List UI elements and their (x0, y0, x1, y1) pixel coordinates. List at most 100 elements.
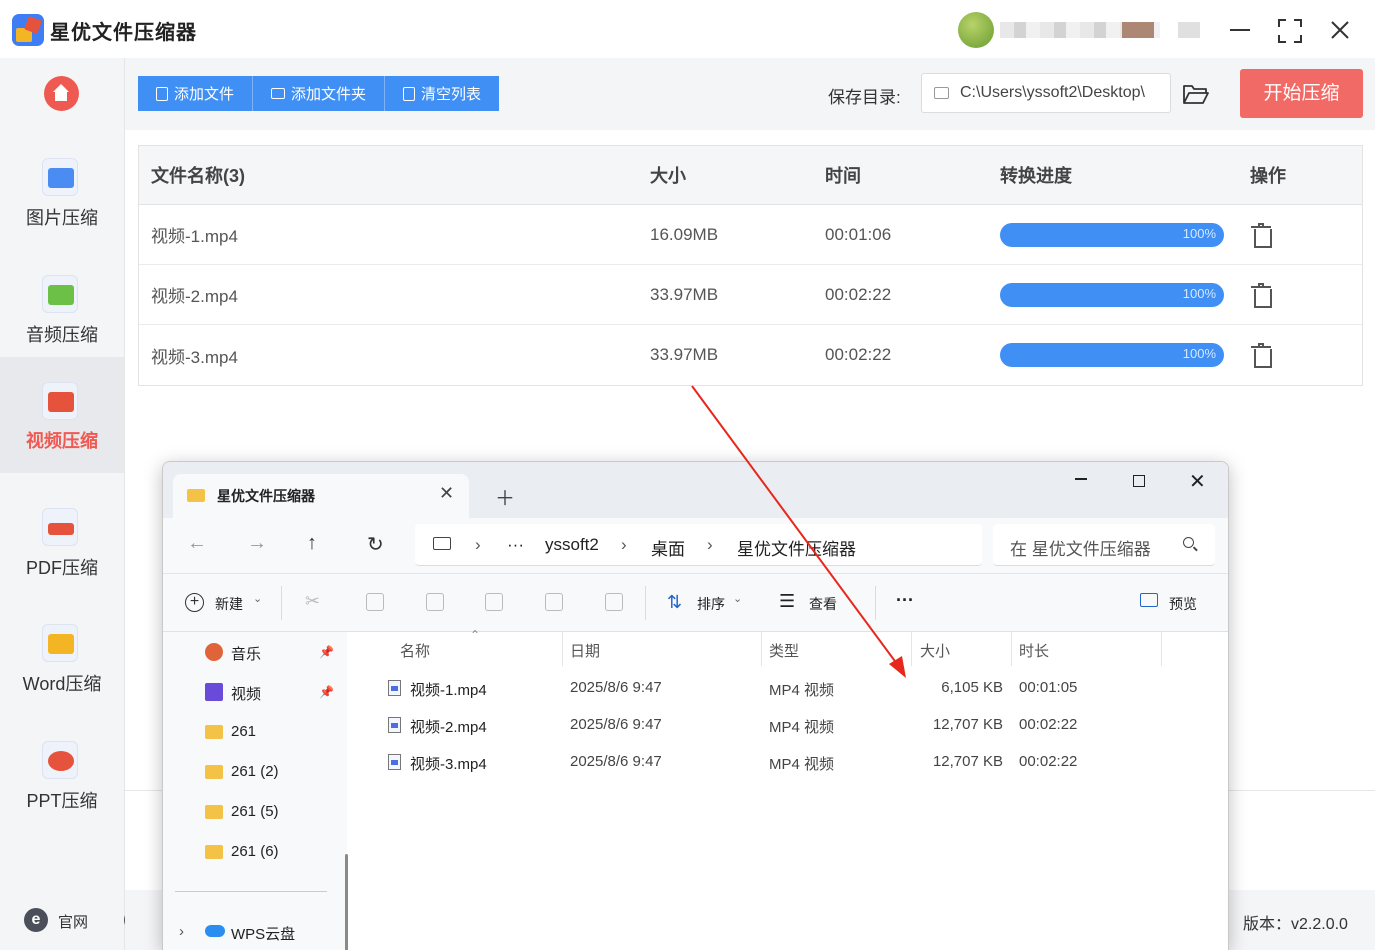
progress-label: 100% (1182, 225, 1216, 241)
sort-button[interactable]: 排序 (697, 594, 725, 614)
username-blurred[interactable] (1000, 22, 1160, 38)
chevron-right-icon[interactable]: › (179, 923, 184, 940)
file-date: 2025/8/6 9:47 (570, 753, 662, 770)
save-dir-input[interactable]: C:\Users\yssoft2\Desktop\ (921, 73, 1171, 113)
breadcrumb-folder[interactable]: 星优文件压缩器 (737, 535, 856, 560)
word-icon (42, 624, 78, 662)
tab-close-icon[interactable]: ✕ (439, 483, 454, 504)
tree-item-video[interactable]: 视频 (231, 683, 261, 704)
explorer-search-input[interactable]: 在 星优文件压缩器 (993, 524, 1215, 566)
sidebar-item-video[interactable]: 视频压缩 (0, 357, 124, 473)
clear-list-label: 清空列表 (421, 86, 482, 103)
tree-item-folder[interactable]: 261 (2) (231, 763, 279, 780)
table-row: 视频-3.mp4 33.97MB 00:02:22 100% (139, 325, 1362, 385)
folder-open-icon[interactable] (1182, 82, 1210, 106)
list-item[interactable]: 视频-1.mp4 2025/8/6 9:47 MP4 视频 6,105 KB 0… (358, 670, 1228, 706)
pin-icon[interactable]: 📌 (319, 645, 334, 659)
sidebar-item-word[interactable]: Word压缩 (0, 606, 124, 722)
view-button[interactable]: 查看 (809, 594, 837, 614)
delete-icon[interactable] (1251, 222, 1272, 248)
divider (281, 586, 282, 620)
preview-button[interactable]: 预览 (1169, 594, 1197, 614)
col-header-name[interactable]: 名称 (400, 640, 430, 661)
col-header-duration[interactable]: 时长 (1019, 640, 1049, 661)
close-icon[interactable] (1330, 20, 1350, 40)
trash-icon (403, 86, 416, 101)
avatar[interactable] (958, 12, 994, 48)
col-header-size[interactable]: 大小 (920, 640, 950, 661)
new-tab-icon[interactable]: ＋ (495, 482, 515, 511)
folder-icon (271, 88, 286, 99)
audio-icon (42, 275, 78, 313)
add-folder-button[interactable]: 添加文件夹 (253, 76, 386, 111)
list-item[interactable]: 视频-3.mp4 2025/8/6 9:47 MP4 视频 12,707 KB … (358, 744, 1228, 780)
add-file-button[interactable]: 添加文件 (138, 76, 254, 111)
user-menu-blurred[interactable] (1178, 22, 1200, 38)
scrollbar[interactable] (345, 854, 348, 950)
list-item[interactable]: 视频-2.mp4 2025/8/6 9:47 MP4 视频 12,707 KB … (358, 707, 1228, 743)
explorer-minimize-icon[interactable] (1069, 478, 1093, 480)
add-folder-label: 添加文件夹 (291, 86, 367, 103)
sidebar-item-pdf[interactable]: PDF压缩 (0, 490, 124, 606)
copy-icon[interactable] (366, 593, 384, 611)
address-bar[interactable]: › ··· yssoft2 › 桌面 › 星优文件压缩器 (415, 524, 982, 566)
sidebar-item-image[interactable]: 图片压缩 (0, 140, 124, 256)
sidebar: 图片压缩 音频压缩 视频压缩 PDF压缩 Word压缩 PPT压缩 (0, 58, 125, 950)
delete-icon[interactable] (1251, 282, 1272, 308)
sidebar-item-label: 音频压缩 (26, 325, 98, 345)
new-button[interactable]: 新建 (215, 594, 243, 614)
file-date: 2025/8/6 9:47 (570, 716, 662, 733)
delete-icon[interactable] (605, 593, 623, 611)
breadcrumb-ellipsis[interactable]: ··· (507, 535, 524, 555)
explorer-close-icon[interactable]: ✕ (1189, 469, 1206, 494)
tree-item-folder[interactable]: 261 (6) (231, 843, 279, 860)
website-icon[interactable]: e (24, 908, 48, 932)
chevron-down-icon: ⌄ (253, 593, 263, 605)
start-compress-button[interactable]: 开始压缩 (1240, 69, 1363, 118)
file-size: 12,707 KB (932, 753, 1003, 770)
minimize-icon[interactable] (1225, 14, 1255, 44)
sidebar-item-audio[interactable]: 音频压缩 (0, 257, 124, 373)
chevron-down-icon: ⌄ (733, 593, 743, 605)
explorer-tab-bar: 星优文件压缩器 ✕ ＋ ✕ (163, 462, 1228, 518)
home-icon[interactable] (44, 76, 79, 111)
breadcrumb-desktop[interactable]: 桌面 (651, 535, 685, 560)
cut-icon[interactable]: ✂ (305, 591, 323, 611)
tree-item-music[interactable]: 音乐 (231, 643, 261, 664)
up-icon[interactable]: ↑ (307, 532, 317, 555)
explorer-tab[interactable]: 星优文件压缩器 ✕ (173, 474, 469, 518)
file-table: 文件名称(3) 大小 时间 转换进度 操作 视频-1.mp4 16.09MB 0… (138, 145, 1363, 386)
music-icon (205, 643, 223, 661)
clear-list-button[interactable]: 清空列表 (385, 76, 500, 111)
new-icon[interactable]: + (185, 593, 204, 612)
more-icon[interactable]: ··· (896, 590, 914, 611)
chevron-right-icon: › (707, 535, 713, 554)
sidebar-item-ppt[interactable]: PPT压缩 (0, 723, 124, 839)
file-name: 视频-2.mp4 (410, 719, 487, 736)
file-name: 视频-1.mp4 (151, 227, 238, 246)
pin-icon[interactable]: 📌 (319, 685, 334, 699)
delete-icon[interactable] (1251, 343, 1272, 368)
tree-item-folder[interactable]: 261 (5) (231, 803, 279, 820)
back-icon[interactable]: ← (187, 532, 207, 555)
tree-item-wps-cloud[interactable]: WPS云盘 (231, 923, 295, 944)
version-label: 版本：v2.2.0.0 (1243, 916, 1348, 933)
paste-icon[interactable] (426, 593, 444, 611)
chevron-right-icon: › (475, 535, 481, 554)
file-time: 00:02:22 (825, 284, 892, 304)
maximize-icon[interactable] (1278, 19, 1302, 43)
share-icon[interactable] (545, 593, 563, 611)
video-file-icon (388, 680, 401, 696)
col-header-date[interactable]: 日期 (570, 640, 600, 661)
explorer-nav-bar: ← → ↑ ↻ › ··· yssoft2 › 桌面 › 星优文件压缩器 在 星… (163, 518, 1228, 574)
search-placeholder: 在 星优文件压缩器 (1010, 540, 1151, 559)
col-header-type[interactable]: 类型 (769, 640, 799, 661)
tree-item-folder[interactable]: 261 (231, 723, 256, 740)
refresh-icon[interactable]: ↻ (367, 532, 384, 557)
website-link[interactable]: 官网 (58, 911, 88, 932)
breadcrumb-yssoft2[interactable]: yssoft2 (545, 535, 599, 555)
forward-icon[interactable]: → (247, 532, 267, 555)
rename-icon[interactable] (485, 593, 503, 611)
explorer-maximize-icon[interactable] (1133, 475, 1145, 487)
sidebar-item-label: 图片压缩 (26, 208, 98, 228)
